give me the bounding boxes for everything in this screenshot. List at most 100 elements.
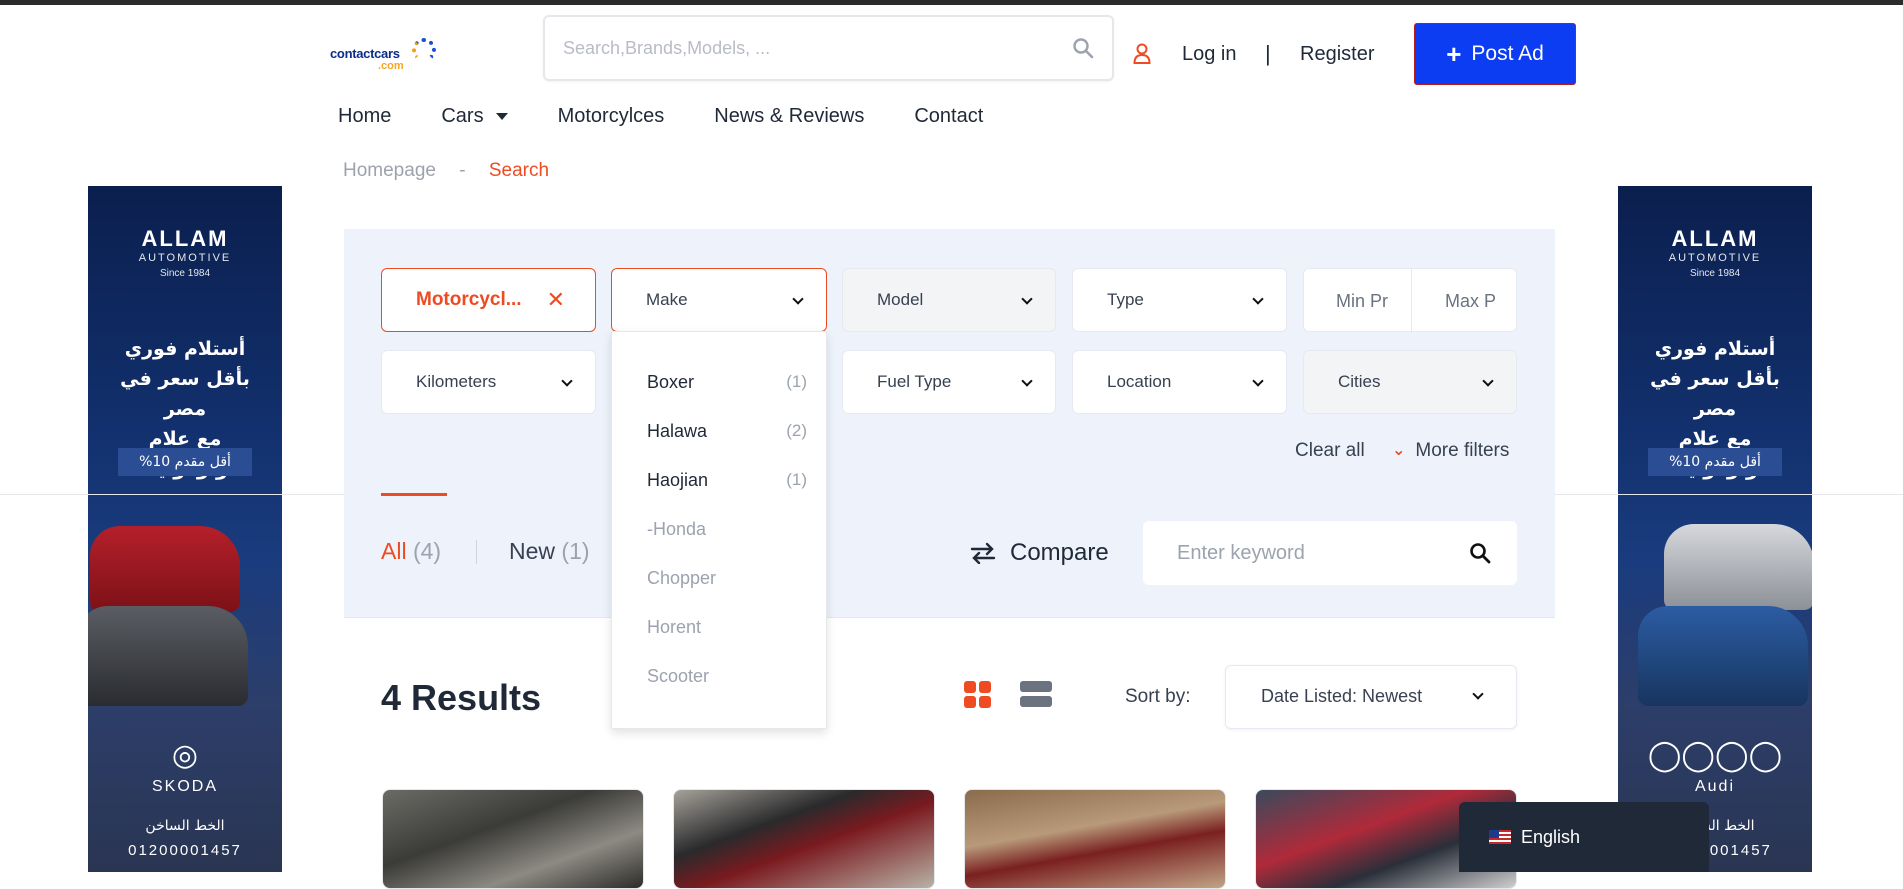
- type-select[interactable]: Type: [1072, 268, 1287, 332]
- caret-down-icon: [495, 113, 508, 120]
- grid-cell: [964, 696, 976, 708]
- kilometers-select[interactable]: Kilometers: [381, 350, 596, 414]
- divider: [344, 617, 1555, 618]
- login-link[interactable]: Log in: [1182, 43, 1237, 66]
- search-icon[interactable]: [1469, 542, 1491, 564]
- logo-domain: .com: [378, 60, 404, 72]
- make-option-boxer[interactable]: Boxer (1): [647, 372, 807, 393]
- make-option-halawa[interactable]: Halawa (2): [647, 421, 807, 442]
- cities-select[interactable]: Cities: [1303, 350, 1517, 414]
- skoda-logo-icon: ◎: [171, 739, 199, 772]
- make-option-label: Haojian: [647, 470, 709, 490]
- login-register-separator: |: [1265, 41, 1271, 66]
- location-select[interactable]: Location: [1072, 350, 1287, 414]
- list-view-icon[interactable]: [1020, 681, 1052, 709]
- make-select-label: Make: [646, 290, 688, 309]
- banner-arabic-line-1: أستلام فوري: [124, 338, 246, 360]
- grid-view-icon[interactable]: [964, 681, 992, 709]
- nav-cars[interactable]: Cars: [441, 105, 508, 128]
- search-icon[interactable]: [1072, 37, 1094, 59]
- double-chevron-down-icon: ⌄: [1392, 442, 1406, 459]
- tab-all[interactable]: All (4): [381, 538, 441, 565]
- model-select[interactable]: Model: [842, 268, 1056, 332]
- list-row-bar: [1020, 696, 1052, 707]
- nav-motorcycles[interactable]: Motorcylces: [558, 105, 665, 128]
- make-option-horent[interactable]: Horent: [647, 617, 807, 638]
- selected-category-label: Motorcycl...: [416, 289, 522, 310]
- grid-cell: [964, 681, 976, 693]
- breadcrumb-home[interactable]: Homepage: [343, 160, 436, 181]
- nav-home[interactable]: Home: [338, 105, 391, 128]
- register-link[interactable]: Register: [1300, 43, 1374, 66]
- compare-label: Compare: [1010, 539, 1109, 566]
- tab-new[interactable]: New (1): [509, 538, 590, 565]
- listing-card[interactable]: [673, 789, 935, 889]
- make-option-chopper[interactable]: Chopper: [647, 568, 807, 589]
- model-select-label: Model: [877, 290, 924, 309]
- banner-hotline-label: الخط الساخن: [145, 818, 225, 834]
- top-dark-bar: [0, 0, 1903, 5]
- compare-button[interactable]: Compare: [970, 539, 1109, 567]
- banner-car-make: Audi: [1694, 778, 1736, 795]
- cities-select-label: Cities: [1338, 372, 1381, 391]
- grid-cell: [979, 681, 991, 693]
- make-option-scooter[interactable]: Scooter: [647, 666, 807, 687]
- main-nav: Home Cars Motorcylces News & Reviews Con…: [338, 105, 1033, 128]
- breadcrumb-current: Search: [488, 160, 550, 181]
- fuel-type-select[interactable]: Fuel Type: [842, 350, 1056, 414]
- banner-car-make: SKODA: [151, 778, 218, 795]
- sort-select[interactable]: Date Listed: Newest: [1225, 665, 1517, 729]
- fuel-type-select-label: Fuel Type: [877, 372, 952, 391]
- listing-card[interactable]: [382, 789, 644, 889]
- more-filters-button[interactable]: ⌄ More filters: [1392, 440, 1509, 462]
- max-price-input[interactable]: Max P: [1445, 291, 1496, 312]
- active-tab-indicator: [381, 493, 447, 496]
- left-ad-banner[interactable]: ALLAM AUTOMOTIVE Since 1984 أستلام فوري …: [88, 186, 282, 872]
- divider: [1411, 269, 1412, 333]
- min-price-input[interactable]: Min Pr: [1336, 291, 1388, 312]
- tab-all-label: All: [381, 538, 407, 564]
- language-switcher[interactable]: English: [1459, 802, 1709, 872]
- global-search-input[interactable]: [563, 35, 1043, 61]
- make-option-label: -Honda: [647, 519, 707, 539]
- banner-brand: ALLAM: [141, 226, 229, 251]
- nav-news-reviews[interactable]: News & Reviews: [714, 105, 864, 128]
- banner-since: Since 1984: [1689, 268, 1741, 279]
- make-dropdown-menu: Boxer (1) Halawa (2) Haojian (1) -Honda …: [611, 331, 827, 729]
- keyword-search-box[interactable]: [1143, 521, 1517, 585]
- make-option-haojian[interactable]: Haojian (1): [647, 470, 807, 491]
- close-icon[interactable]: ✕: [547, 287, 565, 313]
- make-option-count: (1): [786, 470, 807, 489]
- nav-contact[interactable]: Contact: [914, 105, 983, 128]
- banner-car-image: [88, 606, 248, 706]
- make-option-honda[interactable]: -Honda: [647, 519, 807, 540]
- right-ad-banner[interactable]: ALLAM AUTOMOTIVE Since 1984 أستلام فوري …: [1618, 186, 1812, 872]
- listing-card[interactable]: [964, 789, 1226, 889]
- keyword-input[interactable]: [1177, 539, 1457, 567]
- post-ad-label: Post Ad: [1471, 42, 1544, 65]
- banner-brand-sub: AUTOMOTIVE: [1668, 252, 1762, 264]
- chevron-down-icon: [1021, 293, 1033, 305]
- breadcrumb: Homepage - Search: [343, 160, 549, 182]
- user-icon[interactable]: [1133, 43, 1151, 65]
- site-logo[interactable]: contactcars .com: [330, 36, 436, 74]
- us-flag-icon: [1489, 830, 1511, 844]
- selected-category-chip[interactable]: Motorcycl... ✕: [381, 268, 596, 332]
- make-select[interactable]: Make: [611, 268, 827, 332]
- banner-phone: 01200001457: [128, 842, 242, 859]
- kilometers-select-label: Kilometers: [416, 372, 497, 391]
- price-range: Min Pr Max P: [1303, 268, 1517, 333]
- banner-car-image: [1664, 524, 1812, 610]
- chevron-down-icon: [1021, 375, 1033, 387]
- chevron-down-icon: [1252, 375, 1264, 387]
- clear-all-button[interactable]: Clear all: [1295, 440, 1365, 462]
- chevron-down-icon: [1482, 375, 1494, 387]
- list-row-bar: [1020, 681, 1052, 692]
- banner-arabic-line-1: أستلام فوري: [1654, 338, 1776, 360]
- post-ad-button[interactable]: + Post Ad: [1414, 23, 1576, 85]
- make-option-label: Boxer: [647, 372, 695, 392]
- banner-arabic-line-2: بأقل سعر في مصر: [1650, 368, 1780, 420]
- language-label: English: [1521, 826, 1581, 847]
- make-option-label: Halawa: [647, 421, 708, 441]
- global-search-box[interactable]: [543, 15, 1114, 81]
